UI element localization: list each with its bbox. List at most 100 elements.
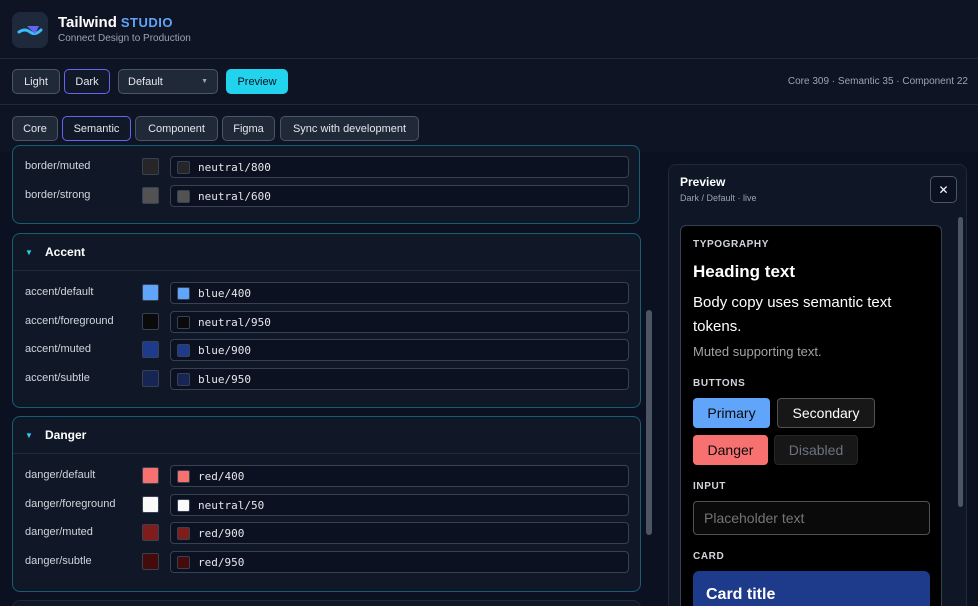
token-name: accent/foreground	[25, 315, 114, 327]
token-row: accent/foreground neutral/950	[13, 308, 640, 336]
color-swatch[interactable]	[142, 313, 159, 330]
preview-subtitle: Dark / Default · live	[680, 193, 757, 203]
token-row: border/strong neutral/600	[13, 182, 639, 210]
tab-semantic[interactable]: Semantic	[62, 116, 131, 141]
token-value-field[interactable]: red/950	[170, 551, 629, 573]
token-row: danger/muted red/900	[13, 519, 640, 547]
token-value: neutral/950	[198, 316, 271, 329]
token-value-field[interactable]: red/900	[170, 522, 629, 544]
value-swatch	[177, 161, 190, 174]
primary-button[interactable]: Primary	[693, 398, 770, 428]
token-name: danger/default	[25, 469, 96, 481]
value-swatch	[177, 344, 190, 357]
token-value: neutral/50	[198, 499, 265, 512]
value-swatch	[177, 470, 190, 483]
token-row: accent/default blue/400	[13, 279, 640, 307]
disabled-button: Disabled	[774, 435, 858, 465]
app-name-suffix: STUDIO	[120, 15, 174, 30]
token-value-field[interactable]: neutral/950	[170, 311, 629, 333]
token-value-field[interactable]: neutral/800	[170, 156, 629, 178]
caret-down-icon: ▼	[25, 430, 33, 440]
group-title: Danger	[45, 428, 87, 442]
value-swatch	[177, 499, 190, 512]
color-swatch[interactable]	[142, 496, 159, 513]
token-value: neutral/800	[198, 161, 271, 174]
token-value-field[interactable]: neutral/50	[170, 494, 629, 516]
scroll-edge	[0, 152, 660, 156]
card-title: Card title	[706, 586, 776, 603]
token-value-field[interactable]: blue/400	[170, 282, 629, 304]
preview-panel: Preview Dark / Default · live ✕ TYPOGRAP…	[668, 164, 967, 606]
value-swatch	[177, 527, 190, 540]
value-swatch	[177, 373, 190, 386]
dark-mode-button[interactable]: Dark	[64, 69, 110, 94]
token-name: danger/subtle	[25, 555, 92, 567]
value-swatch	[177, 556, 190, 569]
token-group-next	[12, 600, 641, 606]
group-header-danger[interactable]: ▼ Danger	[13, 417, 640, 454]
value-swatch	[177, 190, 190, 203]
token-name: danger/foreground	[25, 498, 116, 510]
token-value: red/400	[198, 470, 245, 483]
preview-title: Preview	[680, 175, 726, 189]
color-swatch[interactable]	[142, 370, 159, 387]
token-row: danger/foreground neutral/50	[13, 491, 640, 519]
tab-figma[interactable]: Figma	[222, 116, 275, 141]
token-group-border: border/muted neutral/800 border/strong n…	[12, 145, 640, 224]
token-group-accent: ▼ Accent accent/default blue/400 accent/…	[12, 233, 641, 408]
sample-card: Card title	[693, 571, 930, 606]
main-scrollbar[interactable]	[646, 310, 652, 535]
preview-card: TYPOGRAPHY Heading text Body copy uses s…	[680, 225, 942, 606]
color-swatch[interactable]	[142, 284, 159, 301]
close-preview-button[interactable]: ✕	[930, 176, 957, 203]
color-swatch[interactable]	[142, 158, 159, 175]
tab-core[interactable]: Core	[12, 116, 58, 141]
danger-button[interactable]: Danger	[693, 435, 768, 465]
chevron-down-icon: ▼	[201, 78, 208, 85]
token-value: red/950	[198, 556, 245, 569]
token-value: red/900	[198, 527, 245, 540]
token-value-field[interactable]: red/400	[170, 465, 629, 487]
token-name: border/muted	[25, 160, 91, 172]
token-value: neutral/600	[198, 190, 271, 203]
color-swatch[interactable]	[142, 341, 159, 358]
buttons-label: BUTTONS	[693, 378, 746, 389]
light-mode-button[interactable]: Light	[12, 69, 60, 94]
theme-select-value: Default	[128, 75, 163, 88]
color-swatch[interactable]	[142, 187, 159, 204]
token-name: accent/muted	[25, 343, 92, 355]
color-swatch[interactable]	[142, 467, 159, 484]
app-header: Tailwind STUDIO Connect Design to Product…	[0, 0, 978, 59]
secondary-button[interactable]: Secondary	[777, 398, 875, 428]
preview-body: Body copy uses semantic text tokens.	[693, 294, 892, 335]
card-label: CARD	[693, 551, 725, 562]
token-value-field[interactable]: blue/950	[170, 368, 629, 390]
token-value: blue/900	[198, 344, 251, 357]
token-value-field[interactable]: blue/900	[170, 339, 629, 361]
token-value-field[interactable]: neutral/600	[170, 185, 629, 207]
color-swatch[interactable]	[142, 553, 159, 570]
group-title: Accent	[45, 245, 86, 259]
token-row: accent/muted blue/900	[13, 336, 640, 364]
app-title: Tailwind STUDIO	[58, 14, 173, 31]
preview-heading: Heading text	[693, 262, 796, 281]
preview-button[interactable]: Preview	[226, 69, 288, 94]
token-row: danger/subtle red/950	[13, 548, 640, 576]
color-swatch[interactable]	[142, 524, 159, 541]
token-name: danger/muted	[25, 526, 93, 538]
group-header-accent[interactable]: ▼ Accent	[13, 234, 640, 271]
value-swatch	[177, 287, 190, 300]
placeholder-input[interactable]	[693, 501, 930, 535]
app-name: Tailwind	[58, 14, 117, 31]
toolbar: Light Dark Default ▼ Preview Core 309 · …	[0, 59, 978, 105]
tab-sync[interactable]: Sync with development	[280, 116, 419, 141]
token-value: blue/400	[198, 287, 251, 300]
typography-label: TYPOGRAPHY	[693, 239, 770, 250]
tab-component[interactable]: Component	[135, 116, 218, 141]
token-row: accent/subtle blue/950	[13, 365, 640, 393]
caret-down-icon: ▼	[25, 247, 33, 257]
theme-select[interactable]: Default ▼	[118, 69, 218, 94]
input-label: INPUT	[693, 481, 726, 492]
value-swatch	[177, 316, 190, 329]
preview-scrollbar[interactable]	[958, 217, 963, 507]
